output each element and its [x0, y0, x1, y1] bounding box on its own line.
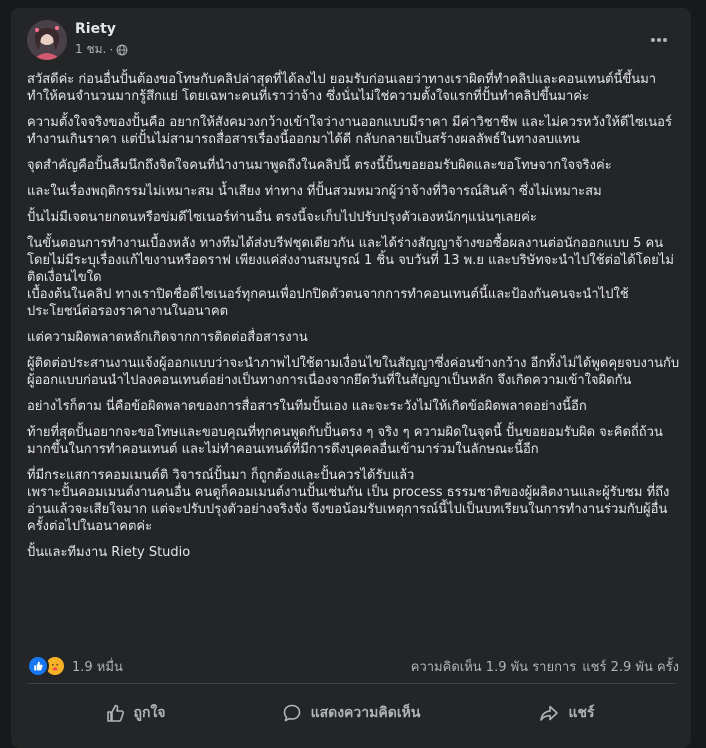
post-paragraph: ที่มีกระแสการคอมเมนต์ติ วิจารณ์ปั้นมา ก็… — [27, 468, 670, 534]
more-options-button[interactable] — [641, 22, 677, 58]
comment-count[interactable]: ความคิดเห็น 1.9 พัน รายการ — [411, 656, 576, 677]
comment-button[interactable]: แสดงความคิดเห็น — [243, 690, 459, 736]
more-horizontal-icon — [651, 38, 667, 42]
like-reaction-icon — [27, 655, 49, 677]
reactions-summary[interactable]: 1.9 หมื่น — [27, 655, 123, 677]
post-paragraph: จุดสำคัญคือปั้นลืมนึกถึงจิตใจคนที่นำงานม… — [27, 158, 612, 173]
share-count[interactable]: แชร์ 2.9 พัน ครั้ง — [582, 656, 679, 677]
post-actions: ถูกใจ แสดงความคิดเห็น แชร์ — [27, 690, 675, 736]
share-button[interactable]: แชร์ — [459, 690, 675, 736]
engagement-counts: ความคิดเห็น 1.9 พัน รายการ แชร์ 2.9 พัน … — [411, 656, 679, 677]
post-time[interactable]: 1 ชม. — [75, 40, 106, 59]
reaction-count[interactable]: 1.9 หมื่น — [72, 656, 123, 677]
post-paragraph: แต่ความผิดพลาดหลักเกิดจากการติดต่อสื่อสา… — [27, 330, 308, 345]
share-icon — [540, 705, 559, 721]
post-paragraph: ความตั้งใจจริงของปั้นคือ อยากให้สังคมวงก… — [27, 115, 672, 147]
post-paragraph: อย่างไรก็ตาม นี่คือข้อผิดพลาดของการสื่อส… — [27, 399, 587, 414]
post-stats: 1.9 หมื่น ความคิดเห็น 1.9 พัน รายการ แชร… — [27, 653, 679, 677]
post-paragraph: ผู้ติดต่อประสานงานแจ้งผู้ออกแบบว่าจะนำภา… — [27, 356, 680, 388]
post-body: สวัสดีค่ะ ก่อนอื่นปั้นต้องขอโทษกับคลิปล่… — [27, 71, 683, 561]
meta-separator: · — [109, 42, 114, 57]
like-label: ถูกใจ — [133, 705, 166, 721]
avatar[interactable] — [27, 20, 67, 60]
post-paragraph: ในขั้นตอนการทำงานเบื้องหลัง ทางทีมได้ส่ง… — [27, 236, 674, 319]
post-card: Riety 1 ชม. · สวัสดีค่ะ ก่อนอื่นปั้นต้อง… — [11, 8, 691, 748]
divider — [27, 683, 675, 684]
share-label: แชร์ — [568, 705, 595, 721]
post-paragraph: ปั้นและทีมงาน Riety Studio — [27, 545, 191, 560]
thumbs-up-icon — [106, 704, 124, 722]
post-paragraph: ปั้นไม่มีเจตนายกตนหรือข่มดีไซเนอร์ท่านอื… — [27, 210, 537, 225]
avatar-image — [27, 20, 67, 60]
post-meta: 1 ชม. · — [75, 40, 128, 59]
post-header: Riety 1 ชม. · — [11, 8, 691, 68]
globe-icon[interactable] — [116, 44, 128, 56]
comment-label: แสดงความคิดเห็น — [310, 705, 421, 721]
post-paragraph: ท้ายที่สุดปั้นอยากจะขอโทษและขอบคุณที่ทุก… — [27, 425, 663, 457]
comment-icon — [283, 704, 300, 722]
like-button[interactable]: ถูกใจ — [27, 690, 243, 736]
post-paragraph: และในเรื่องพฤติกรรมไม่เหมาะสม น้ำเสียง ท… — [27, 184, 602, 199]
post-paragraph: สวัสดีค่ะ ก่อนอื่นปั้นต้องขอโทษกับคลิปล่… — [27, 72, 657, 104]
author-name[interactable]: Riety — [75, 21, 116, 37]
